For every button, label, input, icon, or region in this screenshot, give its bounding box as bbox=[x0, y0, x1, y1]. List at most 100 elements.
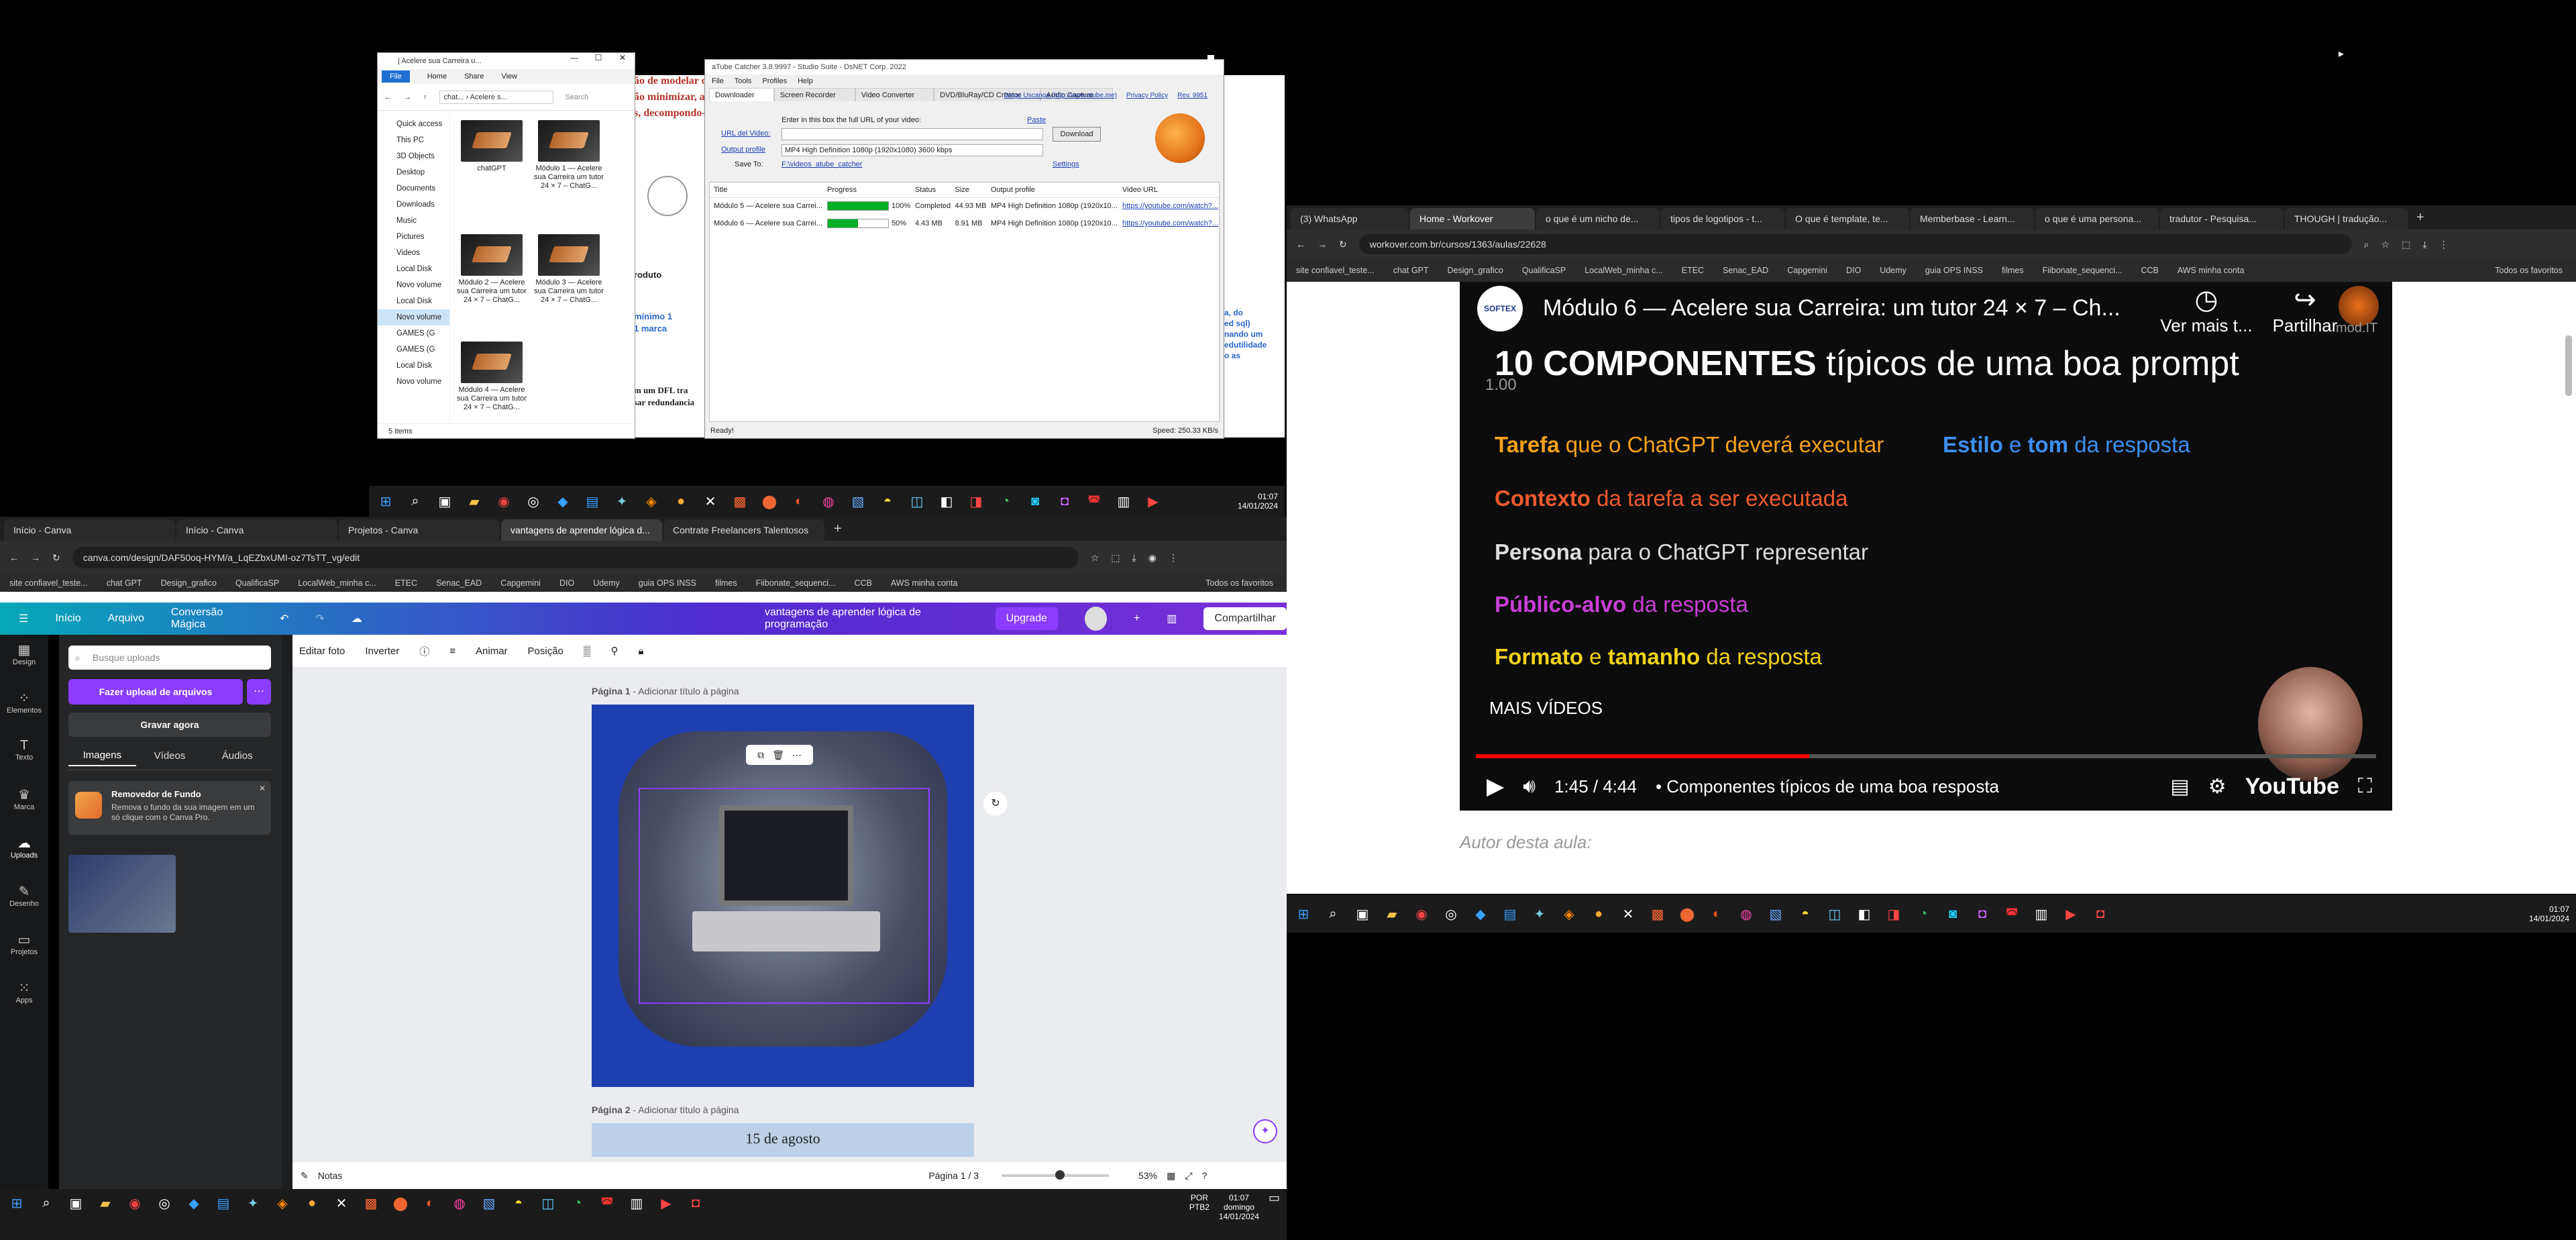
nav-item[interactable]: Quick access bbox=[378, 116, 449, 132]
menu-inicio[interactable]: Início bbox=[55, 613, 80, 625]
bookmark[interactable]: site confiavel_teste... bbox=[1296, 266, 1375, 275]
chapter-title[interactable]: • Componentes típicos de uma boa respost… bbox=[1656, 776, 1999, 797]
avatar[interactable] bbox=[1084, 607, 1107, 631]
undo-icon[interactable]: ↶ bbox=[280, 612, 288, 625]
vscode-icon[interactable]: ◆ bbox=[553, 491, 573, 511]
nav-item[interactable]: Documents bbox=[378, 180, 449, 197]
fullscreen-icon[interactable]: ⛶ bbox=[2358, 775, 2372, 798]
menu-file[interactable]: File bbox=[712, 77, 724, 85]
app-icon[interactable]: ▧ bbox=[848, 491, 868, 511]
bookmark[interactable]: ETEC bbox=[1682, 266, 1704, 275]
subtitles-icon[interactable]: ▤ bbox=[2170, 775, 2189, 798]
app-icon[interactable]: ⬤ bbox=[1677, 904, 1697, 924]
maximize-button[interactable]: ☐ bbox=[586, 53, 610, 62]
bookmark[interactable]: Capgemini bbox=[500, 578, 541, 588]
browser-tab[interactable]: tradutor - Pesquisa... bbox=[2160, 208, 2284, 229]
app-icon[interactable]: ◫ bbox=[907, 491, 927, 511]
app-icon[interactable]: ● bbox=[302, 1193, 322, 1213]
nav-item[interactable]: This PC bbox=[378, 132, 449, 148]
more-videos-label[interactable]: MAIS VÍDEOS bbox=[1489, 698, 1603, 719]
browser-tab-active[interactable]: Home - Workover bbox=[1410, 208, 1535, 229]
privacy-link[interactable]: Privacy Policy bbox=[1126, 92, 1168, 99]
app-icon[interactable]: ◔ bbox=[568, 1193, 588, 1213]
edit-photo-button[interactable]: Editar foto bbox=[299, 645, 345, 657]
youtube-icon[interactable]: ▶ bbox=[2061, 904, 2081, 924]
star-icon[interactable]: ☆ bbox=[1091, 552, 1099, 564]
browser-tab[interactable]: o que é um nicho de... bbox=[1536, 208, 1660, 229]
browser-tab[interactable]: tipos de logotipos - t... bbox=[1661, 208, 1784, 229]
app-icon[interactable]: ◘ bbox=[686, 1193, 706, 1213]
zoom-slider[interactable] bbox=[1002, 1170, 1110, 1180]
bookmark[interactable]: CCB bbox=[2141, 266, 2158, 275]
extensions-icon[interactable]: ⬚ bbox=[2402, 239, 2410, 250]
table-row[interactable]: Módulo 5 — Acelere sua Carrei... 100% Co… bbox=[710, 197, 1219, 215]
new-tab-button[interactable]: + bbox=[2410, 210, 2431, 229]
youtube-icon[interactable]: ▶ bbox=[656, 1193, 676, 1213]
menu-help[interactable]: Help bbox=[798, 77, 813, 85]
app-icon[interactable]: ◨ bbox=[966, 491, 986, 511]
settings-icon[interactable]: ⚙ bbox=[2208, 775, 2226, 798]
document-icon[interactable]: ▤ bbox=[582, 491, 602, 511]
close-icon[interactable]: ✕ bbox=[259, 784, 266, 793]
browser-tab[interactable]: Início - Canva bbox=[176, 519, 337, 541]
menu-arquivo[interactable]: Arquivo bbox=[108, 613, 144, 625]
app-icon[interactable]: ▧ bbox=[1766, 904, 1786, 924]
menu-icon[interactable]: ⋮ bbox=[2439, 239, 2449, 250]
bookmark[interactable]: AWS minha conta bbox=[891, 578, 958, 588]
app-icon[interactable]: ◧ bbox=[1854, 904, 1874, 924]
nav-item[interactable]: GAMES (G bbox=[378, 342, 449, 358]
folder-icon[interactable]: ▰ bbox=[464, 491, 484, 511]
app-icon[interactable]: ▥ bbox=[1114, 491, 1134, 511]
record-button[interactable]: Gravar agora bbox=[68, 713, 271, 737]
search-icon[interactable]: ⌕ bbox=[36, 1193, 56, 1213]
youtube-icon[interactable]: ▶ bbox=[1143, 491, 1163, 511]
rail-texto[interactable]: T Texto bbox=[0, 738, 48, 762]
app-icon[interactable]: ◍ bbox=[818, 491, 839, 511]
app-icon[interactable]: ▩ bbox=[1648, 904, 1668, 924]
app-icon[interactable]: ✦ bbox=[612, 491, 632, 511]
bookmark[interactable]: AWS minha conta bbox=[2178, 266, 2245, 275]
insights-icon[interactable]: ▥ bbox=[1167, 612, 1177, 625]
row-url[interactable]: https://youtube.com/watch?... bbox=[1118, 197, 1219, 215]
rail-apps[interactable]: ⁙ Apps bbox=[0, 980, 48, 1004]
app-icon[interactable]: ◎ bbox=[1441, 904, 1461, 924]
document-icon[interactable]: ▤ bbox=[1500, 904, 1520, 924]
browser-tab[interactable]: Projetos - Canva bbox=[339, 519, 500, 541]
file-item[interactable]: Módulo 2 — Acelere sua Carreira um tutor… bbox=[455, 234, 529, 305]
download-icon[interactable]: ⤓ bbox=[1132, 552, 1136, 564]
folder-icon[interactable]: ▰ bbox=[95, 1193, 115, 1213]
selection-box[interactable] bbox=[639, 788, 930, 1004]
address-bar[interactable]: canva.com/design/DAF50oq-HYM/a_LqEZbxUMI… bbox=[72, 547, 1079, 568]
lines-icon[interactable]: ≡ bbox=[449, 645, 455, 657]
file-item[interactable]: chatGPT bbox=[455, 120, 529, 173]
delete-icon[interactable]: 🗑︎ bbox=[772, 750, 784, 761]
nav-item[interactable]: Desktop bbox=[378, 164, 449, 180]
app-icon[interactable]: ✕ bbox=[700, 491, 720, 511]
regenerate-icon[interactable]: ↻ bbox=[983, 792, 1008, 816]
address-bar[interactable]: workover.com.br/cursos/1363/aulas/22628 bbox=[1358, 234, 2352, 254]
app-icon[interactable]: ✦ bbox=[243, 1193, 263, 1213]
tab-screen-recorder[interactable]: Screen Recorder bbox=[773, 88, 855, 101]
file-item[interactable]: Módulo 3 — Acelere sua Carreira um tutor… bbox=[532, 234, 606, 305]
start-icon[interactable]: ⊞ bbox=[7, 1193, 27, 1213]
add-icon[interactable]: + bbox=[1134, 613, 1140, 625]
uploaded-image-thumbnail[interactable] bbox=[68, 855, 176, 933]
bookmark[interactable]: DIO bbox=[559, 578, 574, 588]
app-icon[interactable]: ▥ bbox=[627, 1193, 647, 1213]
firefox-icon[interactable]: ◐ bbox=[789, 491, 809, 511]
new-tab-button[interactable]: + bbox=[826, 521, 850, 541]
back-arrow-icon[interactable]: ← bbox=[384, 93, 392, 101]
app-icon[interactable]: ◧ bbox=[936, 491, 957, 511]
nav-item[interactable]: Pictures bbox=[378, 229, 449, 245]
play-icon[interactable]: ▶ bbox=[1487, 773, 1504, 800]
ribbon-file[interactable]: File bbox=[382, 70, 410, 83]
back-icon[interactable]: ← bbox=[9, 552, 19, 563]
extensions-icon[interactable]: ⬚ bbox=[1111, 552, 1120, 564]
bookmark[interactable]: Senac_EAD bbox=[436, 578, 482, 588]
app-icon[interactable]: ◫ bbox=[1825, 904, 1845, 924]
minimize-button[interactable]: — bbox=[562, 53, 586, 62]
table-row[interactable]: Módulo 6 — Acelere sua Carrei... 50% 4.4… bbox=[710, 215, 1219, 232]
bookmark[interactable]: chat GPT bbox=[1393, 266, 1429, 275]
zoom-value[interactable]: 53% bbox=[1138, 1170, 1157, 1181]
app-icon[interactable]: ◚ bbox=[2002, 904, 2022, 924]
